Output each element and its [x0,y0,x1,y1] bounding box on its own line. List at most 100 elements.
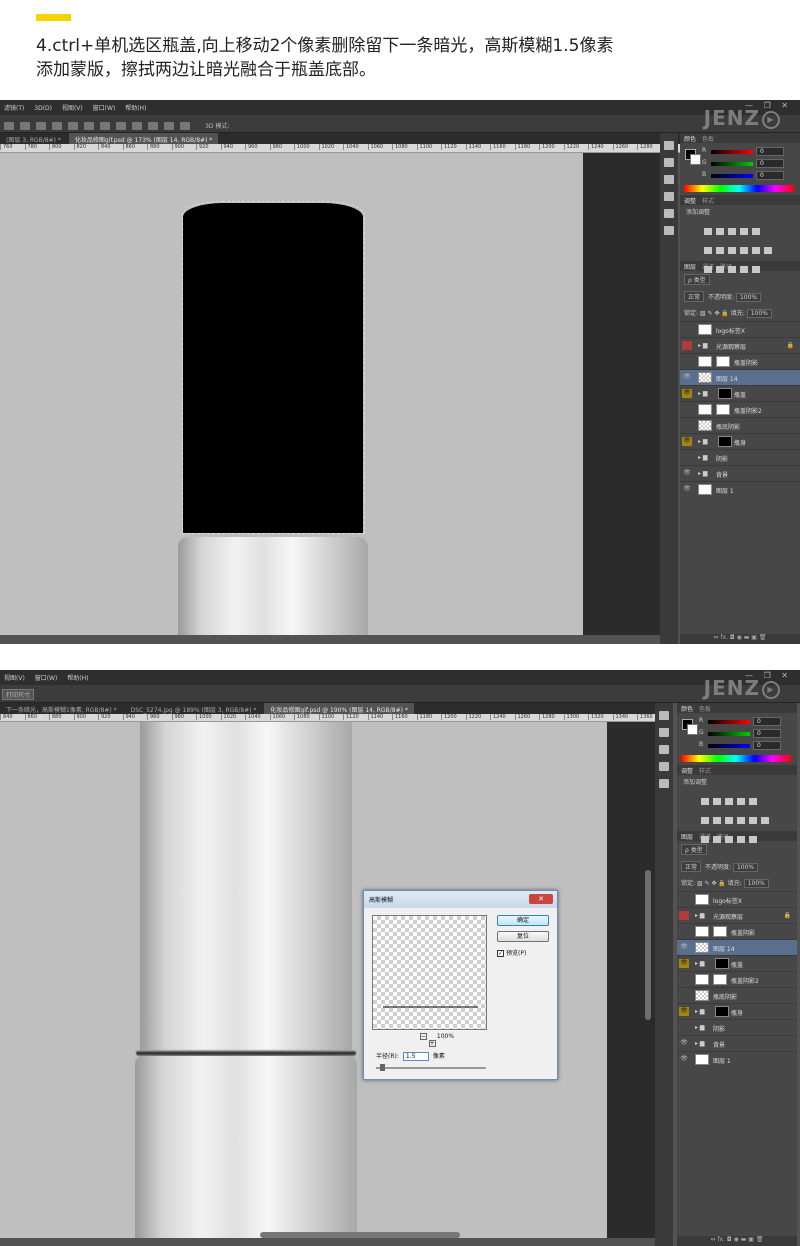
folder-icon[interactable]: ▸ ▆ [695,1040,705,1047]
curves-icon[interactable] [728,228,736,235]
zoom-in-icon[interactable]: + [428,1040,436,1047]
layer-thumbnail[interactable] [695,974,709,985]
tab-adjustments[interactable]: 调整 [684,198,696,205]
panel-icon[interactable] [664,226,674,235]
layer-row[interactable]: 瓶盖阴影2 [680,401,800,417]
color-spectrum[interactable] [681,755,791,762]
visibility-eye-icon[interactable] [679,911,689,920]
blend-mode-select[interactable]: 正常 [681,861,702,872]
tab-adjustments[interactable]: 调整 [681,768,693,775]
dialog-titlebar[interactable]: 高斯模糊 ✕ [364,891,557,908]
panel-icon[interactable] [659,762,669,771]
panel-icon[interactable] [659,745,669,754]
threshold-icon[interactable] [725,836,733,843]
background-swatch[interactable] [687,724,698,735]
blend-mode-select[interactable]: 正常 [684,291,705,302]
menu-window[interactable]: 窗口(W) [89,100,120,112]
lookup-icon[interactable] [764,247,772,254]
invert-icon[interactable] [704,266,712,273]
layer-mask-thumbnail[interactable] [715,1006,729,1017]
layer-mask-thumbnail[interactable] [716,356,730,367]
layer-row[interactable]: 👁 ▸ ▆ 背景 [677,1035,797,1051]
layer-row[interactable]: 👁 图层 1 [680,481,800,497]
layer-row[interactable]: ▸ ▆ 阴影 [677,1019,797,1035]
visibility-eye-icon[interactable] [682,421,692,430]
layer-thumbnail[interactable] [698,404,712,415]
tab-doc-1[interactable]: 下一条暗光，高斯模糊1像素, RGB/8#) * [0,703,123,714]
visibility-eye-icon[interactable] [679,895,689,904]
visibility-eye-icon[interactable] [682,357,692,366]
tab-color[interactable]: 颜色 [681,706,693,713]
balance-icon[interactable] [716,247,724,254]
panel-icon[interactable] [664,192,674,201]
layer-row[interactable]: logo标签X [680,321,800,337]
opacity-input[interactable]: 100% [735,293,762,302]
panel-icon[interactable] [664,141,674,150]
tab-doc-1[interactable]: (图层 3, RGB/8#) * [0,133,67,144]
fill-input[interactable]: 100% [746,309,772,318]
visibility-eye-icon[interactable] [682,325,692,334]
tab-doc-active[interactable]: 化妆品修图gif.psd @ 190% (图层 14, RGB/8#) * [264,703,414,714]
vibrance-icon[interactable] [749,798,757,805]
menu-filter[interactable]: 滤镜(T) [0,100,28,112]
radius-slider[interactable] [376,1064,486,1071]
layer-row[interactable]: ▸ ▆ 阴影 [680,449,800,465]
hue-icon[interactable] [704,247,712,254]
exposure-icon[interactable] [737,798,745,805]
panel-icon[interactable] [664,175,674,184]
tool-option-icon[interactable] [36,122,46,130]
panel-icon[interactable] [659,779,669,788]
layer-row[interactable]: 瓶盖阴影 [677,923,797,939]
visibility-eye-icon[interactable]: 👁 [679,1039,689,1048]
slider-thumb[interactable] [380,1064,385,1071]
tab-styles[interactable]: 样式 [702,198,714,205]
color-spectrum[interactable] [684,185,794,192]
layer-thumbnail[interactable] [695,990,709,1001]
visibility-eye-icon[interactable]: 👁 [682,373,692,382]
background-swatch[interactable] [690,154,701,165]
invert-icon[interactable] [701,836,709,843]
radius-input[interactable]: 1.5 [402,1052,429,1061]
panel-icon[interactable] [664,158,674,167]
layer-mask-thumbnail[interactable] [713,974,727,985]
layer-row[interactable]: 👁 ▸ ▆ 瓶身 [677,1003,797,1019]
layer-row[interactable]: ▸ ▆ 光源观察层 🔒 [677,907,797,923]
tab-swatches[interactable]: 色板 [702,136,714,143]
layer-row[interactable]: 👁 图层 1 [677,1051,797,1067]
canvas[interactable] [0,153,583,635]
tool-option-icon[interactable] [164,122,174,130]
tool-option-icon[interactable] [116,122,126,130]
close-icon[interactable]: ✕ [529,894,553,904]
layer-mask-thumbnail[interactable] [715,958,729,969]
r-value-input[interactable]: 0 [756,147,784,156]
layer-mask-thumbnail[interactable] [716,404,730,415]
panel-icon[interactable] [659,711,669,720]
layer-row[interactable]: 瓶盖阴影2 [677,971,797,987]
print-size-button[interactable]: 打印尺寸 [2,689,35,700]
menu-help[interactable]: 帮助(H) [121,100,150,112]
tool-option-icon[interactable] [132,122,142,130]
lookup-icon[interactable] [761,817,769,824]
layer-thumbnail[interactable] [698,372,712,383]
hue-icon[interactable] [701,817,709,824]
layer-row[interactable]: ▸ ▆ 光源观察层 🔒 [680,337,800,353]
photo-filter-icon[interactable] [740,247,748,254]
posterize-icon[interactable] [716,266,724,273]
folder-icon[interactable]: ▸ ▆ [698,470,708,477]
preview-checkbox[interactable]: ✓ [497,950,504,957]
zoom-out-icon[interactable]: − [419,1033,427,1040]
tab-doc-2[interactable]: DSC_5274.jpg @ 189% (图层 3, RGB/8#) * [125,703,263,714]
layer-row[interactable]: 瓶底阴影 [677,987,797,1003]
folder-icon[interactable]: ▸ ▆ [698,438,708,445]
layer-thumbnail[interactable] [698,484,712,495]
layer-thumbnail[interactable] [698,324,712,335]
visibility-eye-icon[interactable]: 👁 [682,485,692,494]
b-value-input[interactable]: 0 [753,741,781,750]
tab-styles[interactable]: 样式 [699,768,711,775]
b-value-input[interactable]: 0 [756,171,784,180]
menu-help[interactable]: 帮助(H) [63,670,92,682]
horizontal-scrollbar[interactable] [260,1232,460,1238]
fill-input[interactable]: 100% [743,879,769,888]
tool-option-icon[interactable] [84,122,94,130]
channel-mixer-icon[interactable] [749,817,757,824]
